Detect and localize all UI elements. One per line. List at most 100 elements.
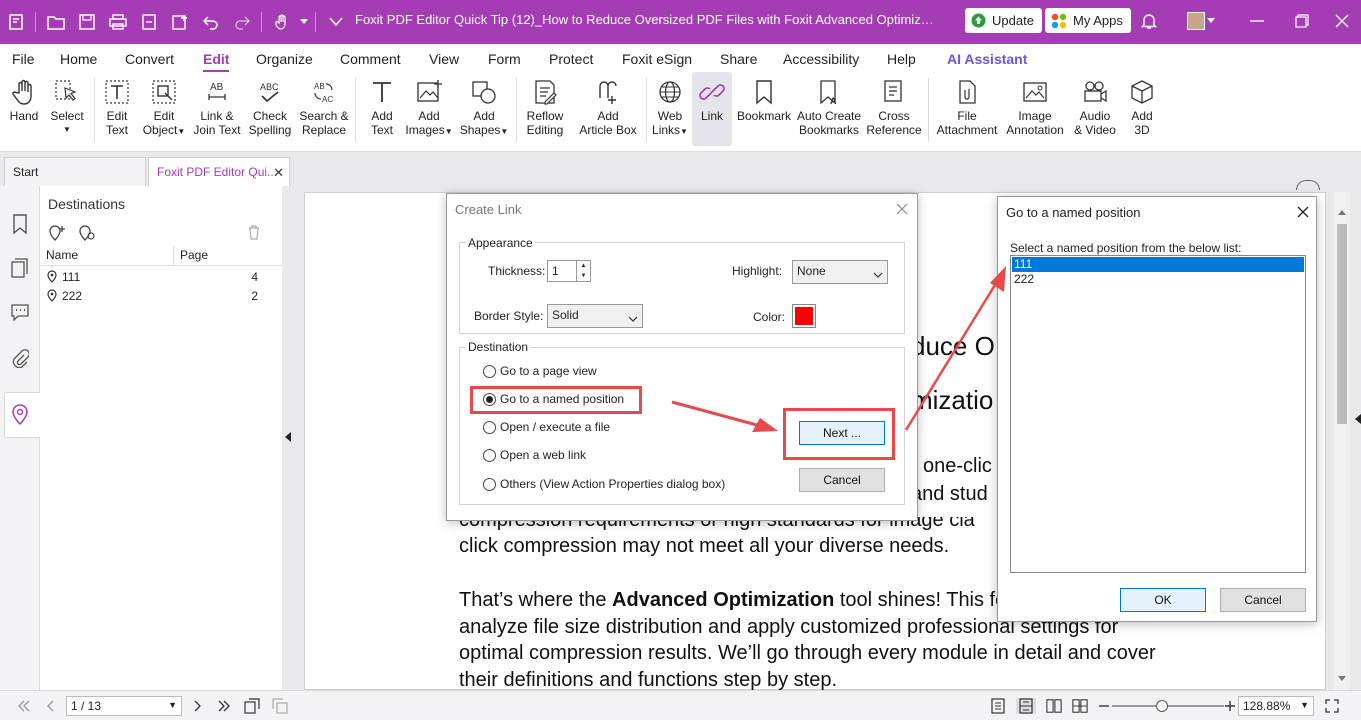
continuous-view-icon[interactable]: [1016, 698, 1036, 714]
add-images-button[interactable]: Add Images▼: [404, 72, 454, 146]
ok-button[interactable]: OK: [1120, 588, 1206, 612]
pages-panel-icon[interactable]: [8, 256, 32, 280]
menu-view[interactable]: View: [429, 51, 459, 67]
account-dropdown-icon[interactable]: [1203, 8, 1219, 34]
radio-page-view[interactable]: Go to a page view: [483, 364, 597, 378]
scroll-up-icon[interactable]: [1338, 210, 1346, 215]
page-number-input[interactable]: 1 / 13 ▼: [66, 696, 182, 716]
open-folder-icon[interactable]: [40, 0, 71, 44]
next-button[interactable]: Next ...: [799, 421, 885, 445]
reflow-editing-button[interactable]: Reflow Editing: [522, 72, 568, 146]
create-pdf-icon[interactable]: [164, 0, 195, 44]
tab-document[interactable]: Foxit PDF Editor Qui... ✕: [148, 157, 290, 186]
menu-ai-assistant[interactable]: AI Assistant: [947, 51, 1027, 67]
menu-home[interactable]: Home: [60, 51, 97, 67]
fullscreen-icon[interactable]: [1324, 698, 1340, 714]
menu-comment[interactable]: Comment: [340, 51, 401, 67]
my-apps-button[interactable]: My Apps: [1045, 8, 1131, 33]
scroll-down-icon[interactable]: [1338, 676, 1346, 681]
image-annotation-button[interactable]: Image Annotation: [1002, 72, 1068, 146]
zoom-in-icon[interactable]: [1222, 698, 1238, 714]
add-article-box-button[interactable]: Add Article Box: [574, 72, 642, 146]
menu-file[interactable]: File: [12, 51, 35, 67]
hand-button[interactable]: Hand: [4, 72, 44, 146]
quick-tools-dropdown-icon[interactable]: [320, 0, 351, 44]
menu-share[interactable]: Share: [720, 51, 757, 67]
menu-foxit-esign[interactable]: Foxit eSign: [622, 51, 692, 67]
previous-view-icon[interactable]: [244, 698, 260, 714]
vertical-scrollbar[interactable]: [1334, 192, 1350, 690]
named-position-list[interactable]: 111 222: [1010, 255, 1306, 573]
page-dropdown-icon[interactable]: ▼: [168, 700, 177, 710]
close-window-icon[interactable]: [1327, 8, 1357, 34]
list-item[interactable]: 111: [1012, 257, 1304, 272]
menu-edit[interactable]: Edit: [203, 51, 230, 72]
search-replace-button[interactable]: AB AC Search & Replace: [298, 72, 350, 146]
radio-others[interactable]: Others (View Action Properties dialog bo…: [483, 477, 725, 491]
next-page-icon[interactable]: [190, 698, 206, 714]
add-text-button[interactable]: Add Text: [362, 72, 402, 146]
expand-right-panel-icon[interactable]: [1355, 414, 1361, 424]
new-document-icon[interactable]: [133, 0, 164, 44]
menu-accessibility[interactable]: Accessibility: [783, 51, 859, 67]
zoom-slider-thumb[interactable]: [1156, 700, 1169, 712]
tab-start[interactable]: Start: [4, 157, 146, 186]
menu-convert[interactable]: Convert: [125, 51, 174, 67]
single-page-view-icon[interactable]: [990, 698, 1006, 714]
bookmarks-panel-icon[interactable]: [8, 212, 32, 236]
list-item[interactable]: 111 4: [40, 268, 282, 287]
next-view-icon[interactable]: [272, 698, 288, 714]
scan-destinations-icon[interactable]: [78, 224, 96, 242]
menu-form[interactable]: Form: [488, 51, 521, 67]
redo-icon[interactable]: [226, 0, 257, 44]
edit-text-button[interactable]: Edit Text: [98, 72, 136, 146]
select-button[interactable]: Select ▼: [46, 72, 88, 146]
list-item[interactable]: 222 2: [40, 287, 282, 306]
column-name-header[interactable]: Name: [40, 246, 174, 266]
save-icon[interactable]: [71, 0, 102, 44]
close-tab-icon[interactable]: ✕: [273, 165, 284, 181]
auto-create-bookmarks-button[interactable]: A Auto Create Bookmarks: [796, 72, 862, 146]
cancel-button[interactable]: Cancel: [1220, 588, 1306, 612]
destinations-panel-icon[interactable]: [8, 402, 32, 426]
collapse-panel-icon[interactable]: [285, 432, 291, 442]
column-page-header[interactable]: Page: [174, 246, 282, 266]
restore-icon[interactable]: [1287, 8, 1317, 34]
cross-reference-button[interactable]: Cross Reference: [866, 72, 922, 146]
file-attachment-button[interactable]: File Attachment: [934, 72, 1000, 146]
continuous-facing-view-icon[interactable]: [1072, 698, 1088, 714]
link-join-text-button[interactable]: AB Link & Join Text: [192, 72, 242, 146]
previous-page-icon[interactable]: [42, 698, 58, 714]
close-icon[interactable]: [1294, 203, 1312, 221]
undo-icon[interactable]: [195, 0, 226, 44]
last-page-icon[interactable]: [216, 698, 232, 714]
scroll-thumb[interactable]: [1337, 224, 1347, 424]
close-icon[interactable]: [893, 200, 911, 218]
stepper-arrows-icon[interactable]: ▲ ▼: [576, 261, 590, 281]
list-item[interactable]: 222: [1012, 272, 1304, 287]
menu-organize[interactable]: Organize: [256, 51, 313, 67]
notifications-bell-icon[interactable]: [1134, 8, 1164, 34]
menu-help[interactable]: Help: [887, 51, 916, 67]
add-3d-button[interactable]: Add 3D: [1122, 72, 1162, 146]
check-spelling-button[interactable]: ABC Check Spelling: [246, 72, 294, 146]
zoom-slider-track[interactable]: [1112, 700, 1224, 712]
attachments-panel-icon[interactable]: [8, 346, 32, 370]
cancel-button[interactable]: Cancel: [799, 468, 885, 492]
radio-web-link[interactable]: Open a web link: [483, 448, 586, 462]
customize-dropdown-icon[interactable]: [297, 0, 311, 44]
web-links-button[interactable]: Web Links▼: [650, 72, 690, 146]
comments-panel-icon[interactable]: [8, 300, 32, 324]
first-page-icon[interactable]: [16, 698, 32, 714]
update-button[interactable]: Update: [965, 8, 1042, 33]
hand-tool-icon[interactable]: [266, 0, 297, 44]
highlight-select[interactable]: None: [792, 260, 888, 284]
edit-object-button[interactable]: Edit Object▼: [140, 72, 188, 146]
minimize-icon[interactable]: [1242, 8, 1272, 34]
zoom-level-input[interactable]: 128.88% ▼: [1238, 696, 1314, 716]
right-panel-toggle-icon[interactable]: [1296, 180, 1320, 190]
audio-video-button[interactable]: Audio & Video: [1072, 72, 1118, 146]
facing-view-icon[interactable]: [1046, 698, 1062, 714]
add-shapes-button[interactable]: Add Shapes▼: [458, 72, 510, 146]
print-icon[interactable]: [102, 0, 133, 44]
